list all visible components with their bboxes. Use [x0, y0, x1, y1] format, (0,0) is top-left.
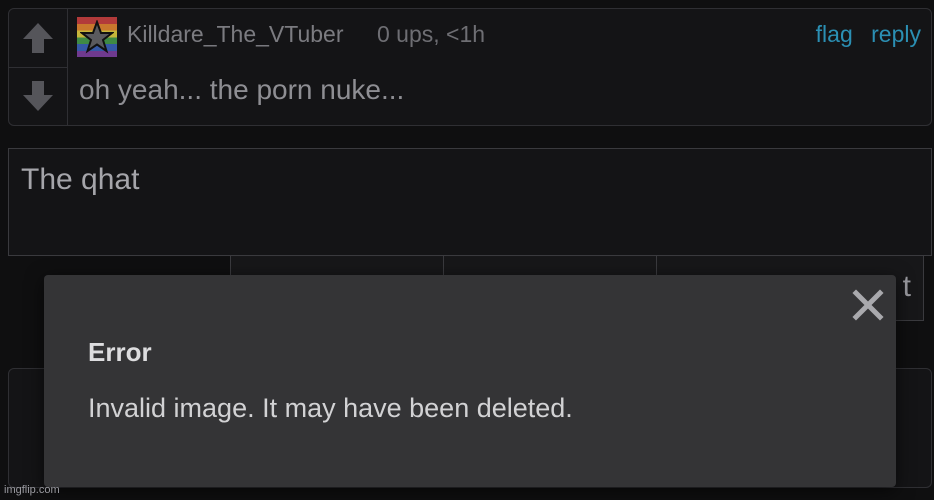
reply-input-value: The qhat — [21, 163, 140, 196]
star-icon — [80, 20, 114, 54]
arrow-up-icon — [23, 23, 53, 53]
arrow-down-icon — [23, 81, 53, 111]
reply-link[interactable]: reply — [871, 21, 921, 47]
downvote-button[interactable] — [9, 67, 67, 125]
comment-meta: 0 ups, <1h — [377, 21, 486, 47]
comment-actions: flag reply — [804, 21, 921, 48]
avatar[interactable] — [77, 17, 117, 57]
dialog-message: Invalid image. It may have been deleted. — [88, 393, 573, 423]
close-button[interactable] — [848, 285, 888, 325]
comment-card: Killdare_The_VTuber 0 ups, <1h flag repl… — [8, 8, 932, 126]
reply-input[interactable]: The qhat — [8, 148, 932, 256]
upvote-button[interactable] — [9, 9, 67, 68]
comment-username[interactable]: Killdare_The_VTuber — [127, 21, 344, 48]
flag-link[interactable]: flag — [816, 21, 853, 47]
error-dialog: Error Invalid image. It may have been de… — [44, 275, 896, 487]
comment-text: oh yeah... the porn nuke... — [79, 74, 405, 105]
close-icon — [852, 289, 884, 321]
submit-button-label: t — [902, 270, 911, 303]
watermark: imgflip.com — [4, 484, 60, 496]
vote-column — [9, 9, 68, 125]
dialog-title: Error — [88, 337, 152, 367]
